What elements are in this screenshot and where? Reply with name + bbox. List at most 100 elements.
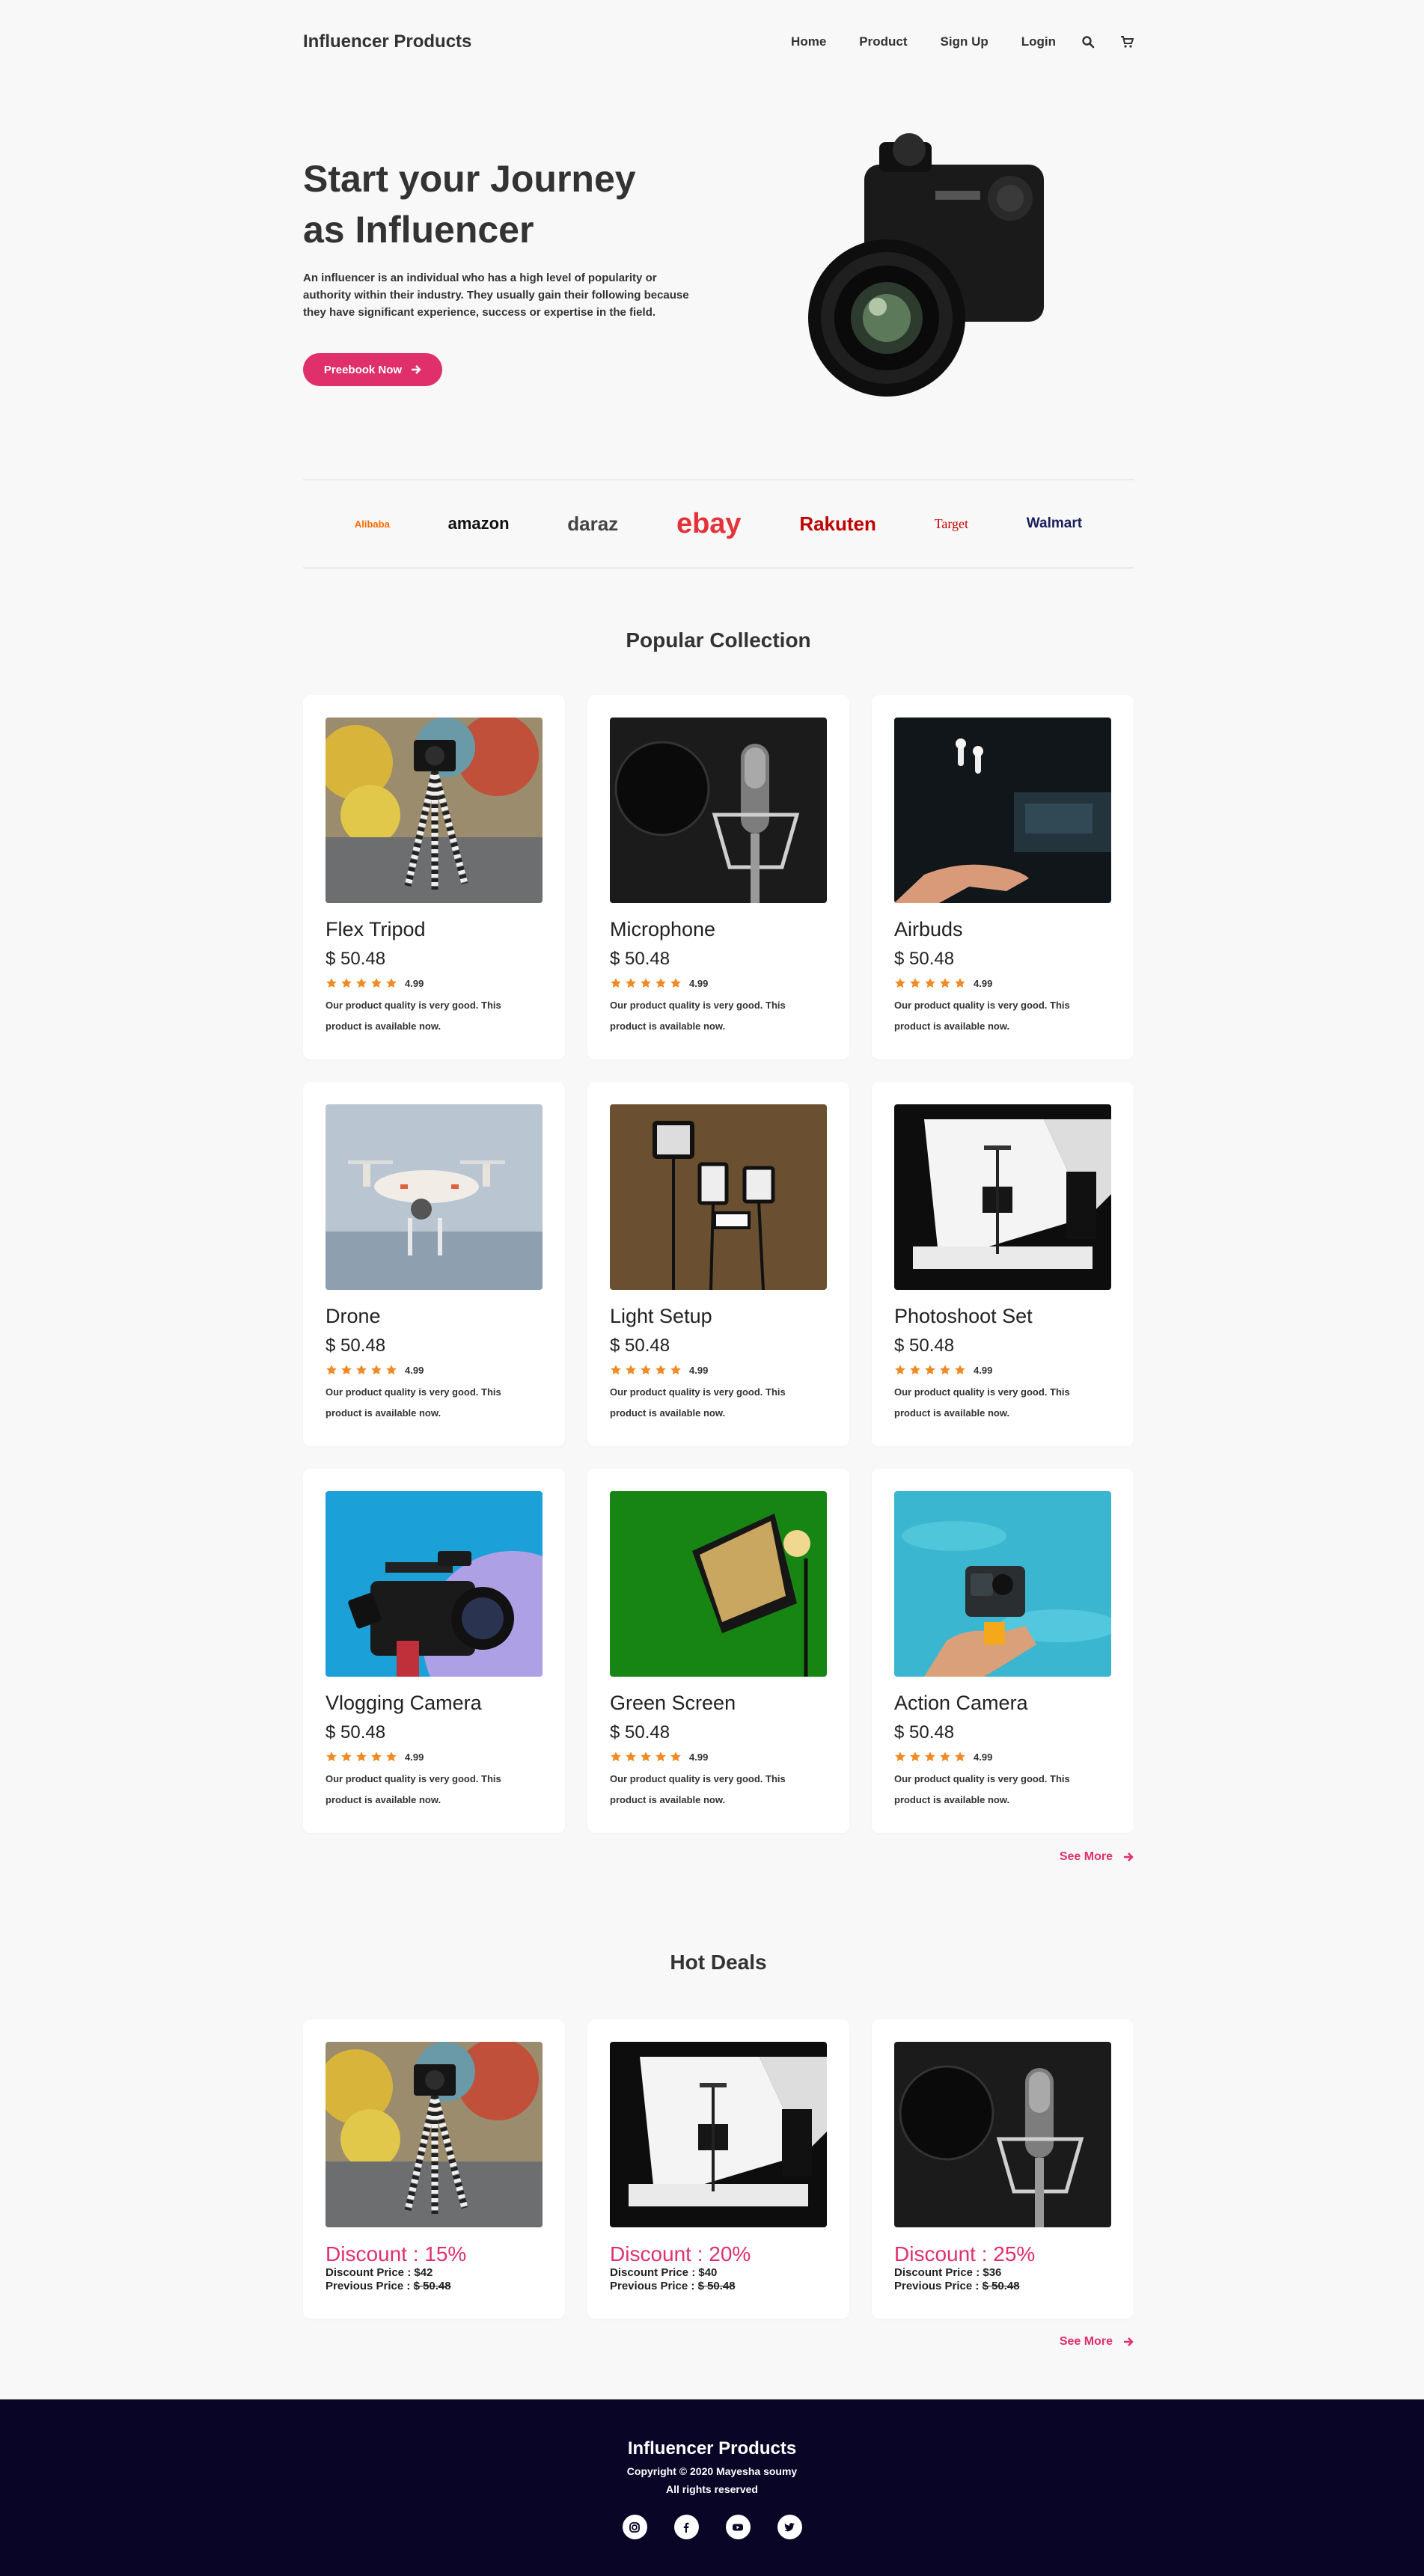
product-name[interactable]: Vlogging Camera: [326, 1692, 543, 1715]
previous-price-value: $ 50.48: [413, 2280, 451, 2292]
brand-logo[interactable]: Influencer Products: [303, 31, 471, 52]
product-price: $ 50.48: [326, 1722, 386, 1743]
star-icon: [910, 1752, 920, 1762]
vlog-camera-photo[interactable]: [326, 1491, 543, 1677]
product-description: Our product quality is very good. This p…: [326, 1000, 501, 1032]
photoshoot-photo[interactable]: [610, 2042, 827, 2227]
star-icon: [386, 1752, 397, 1762]
product-description: Our product quality is very good. This p…: [326, 1386, 501, 1419]
brand-alibaba[interactable]: Alibaba: [355, 518, 390, 530]
product-rating: 4.99: [326, 977, 543, 989]
hero-section: Start your Journey as Influencer An influ…: [303, 112, 1134, 441]
lights-photo[interactable]: [610, 1104, 827, 1290]
star-icon: [910, 978, 920, 988]
product-card[interactable]: Vlogging Camera $ 50.48 4.99 Our product qu…: [303, 1469, 565, 1833]
star-icon: [326, 1365, 337, 1375]
deal-previous-price: Previous Price : $ 50.48: [610, 2280, 736, 2292]
deal-discount-price: Discount Price : $42: [326, 2266, 433, 2279]
deals-see-more-link[interactable]: See More: [1060, 2335, 1134, 2349]
arrow-right-icon: [1124, 2337, 1134, 2346]
product-card[interactable]: Photoshoot Set $ 50.48 4.99 Our product qua…: [872, 1082, 1134, 1446]
product-description: Our product quality is very good. This p…: [610, 1386, 786, 1419]
brand-amazon[interactable]: amazon: [448, 514, 510, 533]
deals-title-wrap: Hot Deals: [303, 1951, 1134, 1974]
rating-value: 4.99: [974, 1751, 993, 1763]
rating-value: 4.99: [689, 977, 709, 989]
star-icon: [895, 1365, 905, 1375]
popular-title-wrap: Popular Collection: [303, 628, 1134, 652]
star-icon: [626, 1365, 636, 1375]
product-name[interactable]: Drone: [326, 1305, 543, 1328]
star-icon: [326, 978, 337, 988]
arrow-right-icon: [412, 365, 421, 374]
product-card[interactable]: Flex Tripod $ 50.48 4.99 Our product qualit…: [303, 695, 565, 1059]
product-card[interactable]: Microphone $ 50.48 4.99 Our product quality…: [587, 695, 849, 1059]
action-camera-photo[interactable]: [894, 1491, 1111, 1677]
product-name[interactable]: Photoshoot Set: [894, 1305, 1111, 1328]
brand-target[interactable]: Target: [935, 516, 968, 532]
brand-daraz[interactable]: daraz: [567, 513, 618, 536]
footer-rights: All rights reserved: [666, 2483, 758, 2495]
product-name[interactable]: Light Setup: [610, 1305, 827, 1328]
star-icon: [925, 978, 935, 988]
product-name[interactable]: Microphone: [610, 918, 827, 941]
photoshoot-photo[interactable]: [894, 1104, 1111, 1290]
product-name[interactable]: Flex Tripod: [326, 918, 543, 941]
product-name[interactable]: Airbuds: [894, 918, 1111, 941]
product-description: Our product quality is very good. This p…: [326, 1773, 501, 1805]
brand-rakuten[interactable]: Rakuten: [799, 513, 876, 536]
twitter-icon[interactable]: [777, 2515, 802, 2539]
product-price: $ 50.48: [894, 949, 955, 969]
product-name[interactable]: Action Camera: [894, 1692, 1111, 1715]
star-icon: [895, 1752, 905, 1762]
microphone-photo[interactable]: [894, 2042, 1111, 2227]
instagram-icon[interactable]: [622, 2515, 647, 2539]
camera-photo: [808, 133, 1044, 397]
green-screen-photo[interactable]: [610, 1491, 827, 1677]
product-name[interactable]: Green Screen: [610, 1692, 827, 1715]
brand-ebay[interactable]: ebay: [676, 508, 742, 540]
footer-copyright: Copyright © 2020 Mayesha soumy: [626, 2465, 798, 2477]
brand-walmart[interactable]: Walmart: [1027, 515, 1082, 532]
product-card[interactable]: Light Setup $ 50.48 4.99 Our product qualit…: [587, 1082, 849, 1446]
deal-card[interactable]: Discount : 25% Discount Price : $36 Previo…: [872, 2019, 1134, 2319]
deal-card[interactable]: Discount : 15% Discount Price : $42 Previo…: [303, 2019, 565, 2319]
star-icon: [341, 1365, 352, 1375]
microphone-photo[interactable]: [610, 718, 827, 903]
star-icon: [386, 978, 397, 988]
product-card[interactable]: Airbuds $ 50.48 4.99 Our product quality is…: [872, 695, 1134, 1059]
product-rating: 4.99: [326, 1751, 543, 1763]
product-price: $ 50.48: [894, 1722, 955, 1743]
cart-icon[interactable]: [1120, 35, 1134, 49]
tripod-photo[interactable]: [326, 2042, 543, 2227]
product-card[interactable]: Drone $ 50.48 4.99 Our product quality is v…: [303, 1082, 565, 1446]
product-rating: 4.99: [894, 977, 1111, 989]
tripod-photo[interactable]: [326, 718, 543, 903]
youtube-icon[interactable]: [725, 2515, 751, 2539]
product-price: $ 50.48: [610, 949, 670, 969]
star-icon: [371, 1365, 382, 1375]
search-icon[interactable]: [1081, 35, 1095, 49]
rating-value: 4.99: [689, 1364, 709, 1376]
nav-link-login[interactable]: Login: [1021, 34, 1056, 49]
deal-discount: Discount : 15%: [326, 2242, 467, 2266]
star-icon: [641, 978, 651, 988]
rating-value: 4.99: [689, 1751, 709, 1763]
nav-link-signup[interactable]: Sign Up: [941, 34, 988, 49]
popular-see-more-wrap: See More: [303, 1850, 1134, 1868]
prebook-button[interactable]: Preebook Now: [303, 353, 442, 386]
star-icon: [626, 978, 636, 988]
airbuds-photo[interactable]: [894, 718, 1111, 903]
nav-link-product[interactable]: Product: [859, 34, 907, 49]
popular-see-more-link[interactable]: See More: [1060, 1850, 1134, 1864]
deals-title: Hot Deals: [670, 1951, 767, 1974]
star-icon: [940, 1365, 950, 1375]
deal-discount: Discount : 20%: [610, 2242, 751, 2266]
deal-card[interactable]: Discount : 20% Discount Price : $40 Previo…: [587, 2019, 849, 2319]
drone-photo[interactable]: [326, 1104, 543, 1290]
facebook-icon[interactable]: [673, 2515, 699, 2539]
nav-link-home[interactable]: Home: [791, 34, 826, 49]
star-icon: [341, 1752, 352, 1762]
product-card[interactable]: Action Camera $ 50.48 4.99 Our product qual…: [872, 1469, 1134, 1833]
product-card[interactable]: Green Screen $ 50.48 4.99 Our product quali…: [587, 1469, 849, 1833]
